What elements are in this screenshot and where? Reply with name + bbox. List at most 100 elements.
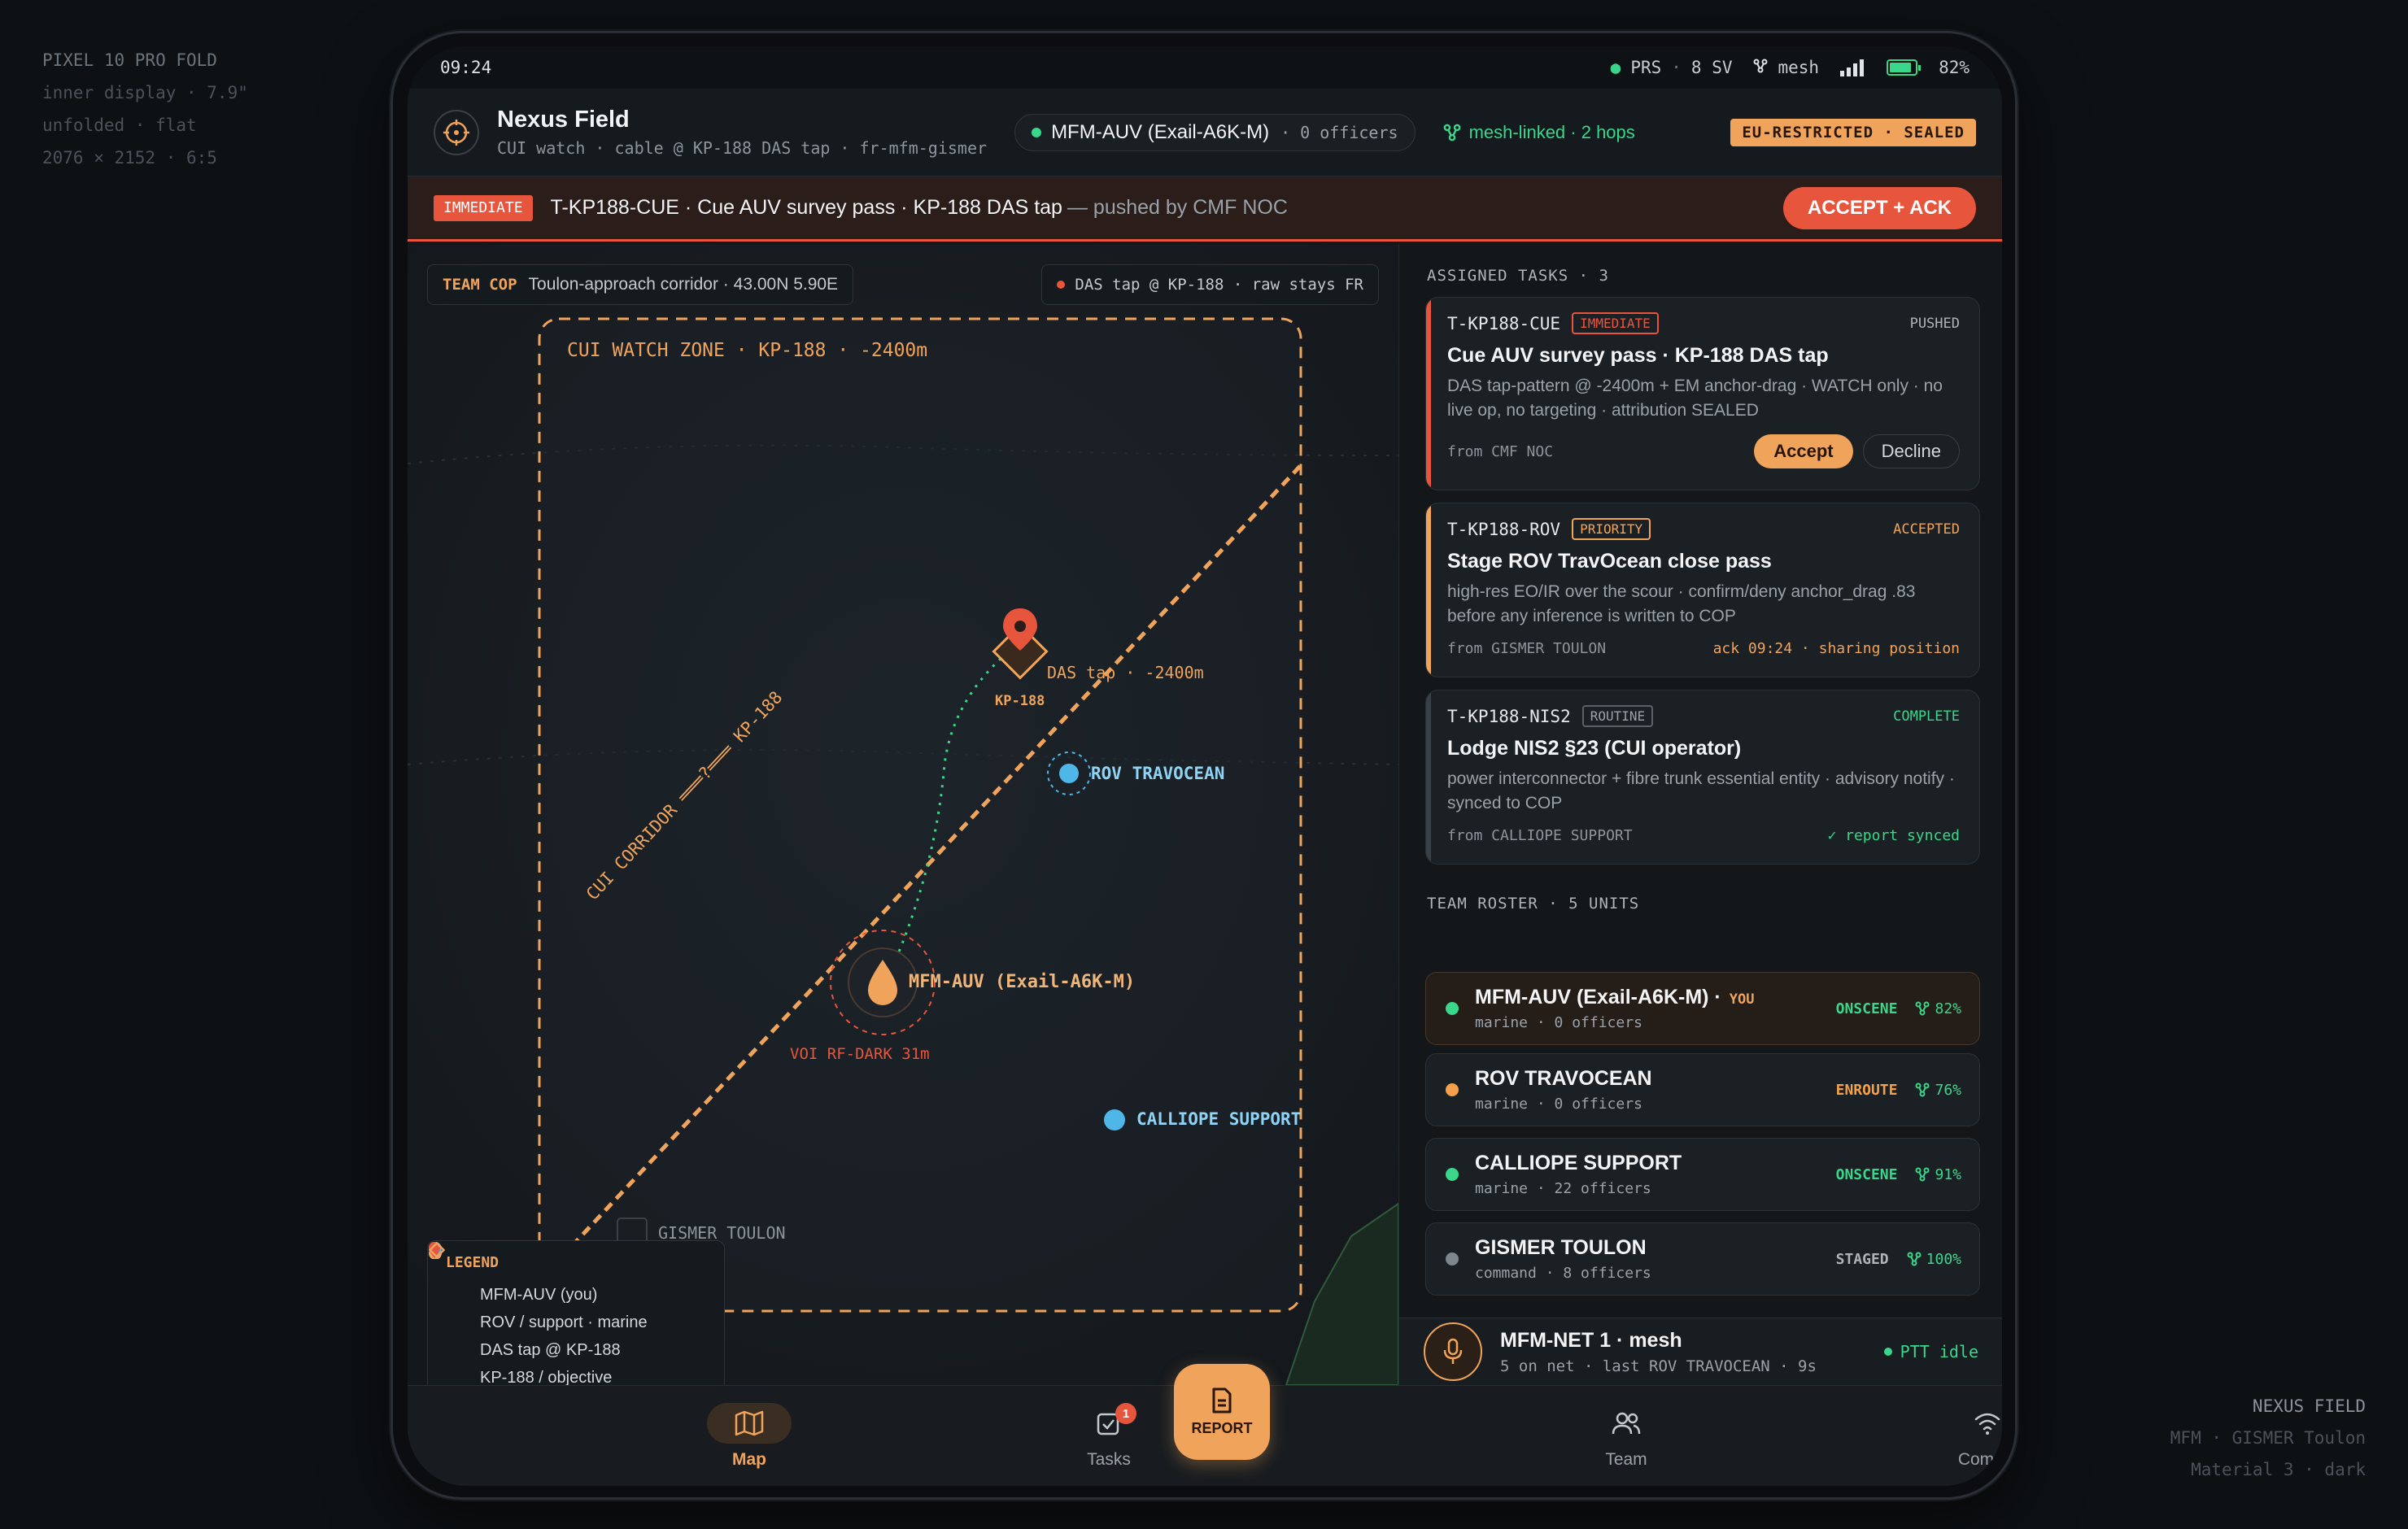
map-legend: LEGEND MFM-AUV (you) ROV / support · mar… [427, 1240, 725, 1385]
task-title: Cue AUV survey pass · KP-188 DAS tap [1447, 344, 1829, 367]
unit-status: ONSCENE [1835, 1165, 1898, 1183]
you-tag: YOU [1729, 991, 1755, 1008]
crosshair-logo-icon[interactable] [434, 109, 479, 155]
priority-badge: PRIORITY [1572, 518, 1651, 540]
ptt-state: PTT idle [1883, 1342, 1978, 1361]
das-source-chip[interactable]: DAS tap @ KP-188 · raw stays FR [1041, 264, 1379, 305]
online-dot [1032, 127, 1042, 137]
nav-map[interactable]: Map [668, 1386, 831, 1486]
unit-name: CALLIOPE SUPPORT [1475, 1152, 1682, 1174]
display-size: inner display · 7.9" [42, 83, 248, 102]
nav-comms-label: Comms [1957, 1450, 2002, 1469]
side-panel: ASSIGNED TASKS · 3 T-KP188-CUE IMMEDIATE… [1398, 244, 2002, 1385]
legend-label: MFM-AUV (you) [480, 1285, 598, 1304]
legend-label: DAS tap @ KP-188 [480, 1340, 621, 1359]
task-source: from CALLIOPE SUPPORT [1447, 827, 1633, 844]
map-canvas[interactable] [408, 244, 1398, 1385]
kp-label: KP-188 [995, 693, 1045, 709]
mesh-icon [1915, 1167, 1930, 1182]
legend-label: ROV / support · marine [480, 1313, 648, 1331]
nav-tasks[interactable]: 1 Tasks [1027, 1386, 1190, 1486]
active-unit-officers: · 0 officers [1280, 122, 1398, 142]
task-status: COMPLETE [1893, 708, 1960, 725]
team-cop-location: Toulon-approach corridor · 43.00N 5.90E [528, 275, 839, 294]
tasks-badge: 1 [1115, 1403, 1136, 1424]
task-card[interactable]: T-KP188-CUE IMMEDIATE PUSHED Cue AUV sur… [1425, 297, 1980, 490]
task-card[interactable]: T-KP188-ROV PRIORITY ACCEPTED Stage ROV … [1425, 503, 1980, 677]
link-quality: 100% [1907, 1251, 1961, 1268]
link-percent: 82% [1935, 1000, 1961, 1017]
decline-button[interactable]: Decline [1862, 434, 1960, 468]
accept-button[interactable]: Accept [1754, 434, 1853, 468]
priority-badge: IMMEDIATE [1572, 312, 1659, 334]
task-note: ✓ report synced [1827, 827, 1960, 844]
legend-label: KP-188 / objective [480, 1368, 613, 1386]
team-cop-label: TEAM COP [443, 276, 517, 294]
self-label: MFM-AUV (Exail-A6K-M) [909, 972, 1136, 992]
team-roster-title: TEAM ROSTER · 5 UNITS [1427, 895, 1640, 913]
app-caption-org: MFM · GISMER Toulon [2170, 1428, 2366, 1448]
priority-badge: ROUTINE [1581, 705, 1654, 727]
mesh-status[interactable]: mesh-linked · 2 hops [1443, 122, 1635, 143]
fold-state: unfolded · flat [42, 115, 197, 135]
pushed-task-banner: IMMEDIATE T-KP188-CUE · Cue AUV survey p… [408, 176, 2002, 242]
report-button[interactable]: REPORT [1174, 1364, 1270, 1460]
active-unit-chip[interactable]: MFM-AUV (Exail-A6K-M) · 0 officers [1014, 113, 1416, 151]
banner-pusher: — pushed by CMF NOC [1067, 196, 1288, 219]
accept-ack-button[interactable]: ACCEPT + ACK [1782, 186, 1976, 229]
task-title: Stage ROV TravOcean close pass [1447, 550, 1772, 573]
signal-icon [1840, 59, 1865, 76]
task-source: from CMF NOC [1447, 442, 1554, 460]
roster-unit[interactable]: CALLIOPE SUPPORT marine · 22 officers ON… [1425, 1138, 1980, 1211]
task-id: T-KP188-CUE [1447, 313, 1561, 333]
unit-name: MFM-AUV (Exail-A6K-M) · [1475, 986, 1721, 1008]
device-screen: 09:24 ● PRS · 8 SV mesh 82% Nexus Field … [408, 46, 2002, 1486]
report-label: REPORT [1191, 1419, 1253, 1436]
net-details: 5 on net · last ROV TRAVOCEAN · 9s [1500, 1357, 1817, 1375]
unit-details: marine · 0 officers [1475, 1014, 1642, 1031]
unit-details: marine · 22 officers [1475, 1180, 1651, 1197]
link-quality: 82% [1915, 1000, 1961, 1017]
task-title: Lodge NIS2 §23 (CUI operator) [1447, 737, 1742, 760]
status-bar: 09:24 ● PRS · 8 SV mesh 82% [408, 46, 2002, 89]
unit-details: command · 8 officers [1475, 1265, 1651, 1282]
legend-item: MFM-AUV (you) [429, 1242, 706, 1309]
device-name: PIXEL 10 PRO FOLD [42, 50, 217, 70]
team-icon [1584, 1403, 1669, 1444]
das-label: DAS tap · -2400m [1047, 663, 1204, 682]
app-caption-title: NEXUS FIELD [2252, 1396, 2366, 1416]
team-cop-chip[interactable]: TEAM COP Toulon-approach corridor · 43.0… [427, 264, 854, 305]
roster-unit-self[interactable]: MFM-AUV (Exail-A6K-M) · YOU marine · 0 of… [1425, 972, 1980, 1045]
task-source: from GISMER TOULON [1447, 640, 1607, 657]
unit-status: STAGED [1835, 1250, 1889, 1268]
mesh-icon [1915, 1082, 1930, 1097]
device-spec-caption: PIXEL 10 PRO FOLD inner display · 7.9" u… [42, 44, 248, 174]
nav-team[interactable]: Team [1545, 1386, 1708, 1486]
unit-status: ONSCENE [1835, 1000, 1898, 1017]
task-card[interactable]: T-KP188-NIS2 ROUTINE COMPLETE Lodge NIS2… [1425, 690, 1980, 865]
rov-label: ROV TRAVOCEAN [1091, 764, 1225, 783]
microphone-icon [1443, 1338, 1463, 1364]
task-id: T-KP188-ROV [1447, 519, 1561, 539]
banner-text: T-KP188-CUE · Cue AUV survey pass · KP-1… [550, 196, 1062, 219]
calliope-label: CALLIOPE SUPPORT [1136, 1109, 1302, 1129]
link-percent: 76% [1935, 1081, 1961, 1099]
task-description: DAS tap-pattern @ -2400m + EM anchor-dra… [1447, 377, 1943, 420]
roster-unit[interactable]: ROV TRAVOCEAN marine · 0 officers ENROUT… [1425, 1053, 1980, 1126]
rov-marker-icon[interactable] [1059, 764, 1079, 783]
mesh-icon [1907, 1252, 1922, 1266]
push-to-talk-button[interactable] [1424, 1322, 1482, 1381]
app-caption: NEXUS FIELD MFM · GISMER Toulon Material… [2170, 1391, 2366, 1486]
team-cop-map[interactable]: TEAM COP Toulon-approach corridor · 43.0… [408, 244, 1398, 1385]
nav-team-label: Team [1605, 1450, 1647, 1469]
legend-item: DAS tap @ KP-188 [429, 1242, 706, 1364]
map-icon [707, 1403, 792, 1444]
link-quality: 91% [1915, 1166, 1961, 1183]
task-description: high-res EO/IR over the scour · confirm/… [1447, 582, 1916, 625]
nav-tasks-label: Tasks [1087, 1450, 1131, 1469]
roster-unit[interactable]: GISMER TOULON command · 8 officers STAGE… [1425, 1222, 1980, 1296]
wifi-icon [1945, 1403, 2002, 1444]
status-dot [1446, 1168, 1459, 1181]
nav-comms[interactable]: Comms [1906, 1386, 2002, 1486]
calliope-marker-icon[interactable] [1104, 1109, 1125, 1130]
